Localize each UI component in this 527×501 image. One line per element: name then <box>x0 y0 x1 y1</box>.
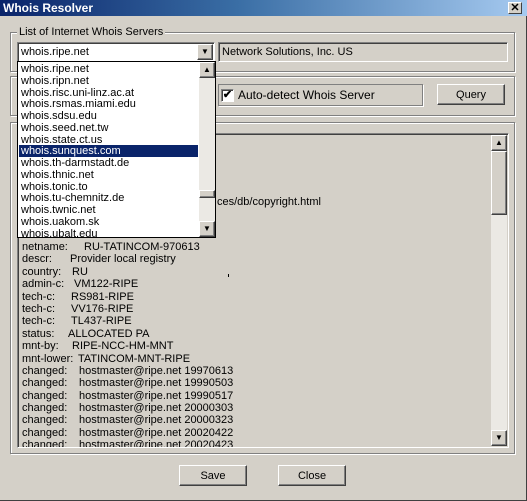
result-partial-line: ces/db/copyright.html <box>217 196 321 208</box>
result-value: hostmaster@ripe.net 19990503 <box>79 377 234 390</box>
dropdown-scroll-up-button[interactable]: ▲ <box>199 62 215 78</box>
whois-server-combobox-value: whois.ripe.net <box>21 46 89 58</box>
result-value: hostmaster@ripe.net 20020423 <box>79 439 234 448</box>
result-key: country: <box>22 265 62 278</box>
dropdown-item[interactable]: whois.sdsu.edu <box>19 110 198 122</box>
query-button-label: Query <box>456 89 486 101</box>
checkmark-icon: ✔ <box>222 89 233 101</box>
dropdown-scroll-thumb[interactable] <box>199 190 215 198</box>
result-key: mnt-lower: <box>22 352 74 365</box>
result-value: RU <box>72 265 88 278</box>
auto-detect-label[interactable]: Auto-detect Whois Server <box>238 88 375 102</box>
result-scroll-thumb[interactable] <box>491 151 507 215</box>
arrow-down-icon: ▼ <box>495 433 503 442</box>
dropdown-scrollbar[interactable]: ▲ ▼ <box>199 62 215 237</box>
arrow-down-icon: ▼ <box>203 224 211 233</box>
result-value: VM122-RIPE <box>74 278 139 291</box>
dropdown-item[interactable]: whois.seed.net.tw <box>19 122 198 134</box>
auto-detect-checkbox[interactable]: ✔ <box>221 89 234 102</box>
result-value: RU-TATINCOM-970613 <box>84 241 200 253</box>
dropdown-item[interactable]: whois.tu-chemnitz.de <box>19 192 198 204</box>
dropdown-item[interactable]: whois.state.ct.us <box>19 134 198 146</box>
combobox-dropdown-button[interactable]: ▼ <box>197 44 213 60</box>
dropdown-item[interactable]: whois.rsmas.miami.edu <box>19 98 198 110</box>
query-button[interactable]: Query <box>437 84 505 105</box>
result-scrollbar[interactable]: ▲ ▼ <box>491 135 507 446</box>
result-key: changed: <box>22 377 68 390</box>
close-window-button[interactable]: ✕ <box>508 2 522 14</box>
result-key: changed: <box>22 426 68 439</box>
dropdown-item[interactable]: whois.uakom.sk <box>19 216 198 228</box>
dropdown-item[interactable]: whois.ubalt.edu <box>19 228 198 240</box>
whois-resolver-window: Whois Resolver ✕ List of Internet Whois … <box>0 0 527 501</box>
result-key: status: <box>22 327 55 340</box>
result-value: hostmaster@ripe.net 20000303 <box>79 402 234 415</box>
text-cursor-mark <box>228 274 229 277</box>
result-key: changed: <box>22 389 68 402</box>
arrow-up-icon: ▲ <box>495 138 503 147</box>
result-value: VV176-RIPE <box>71 302 134 315</box>
dropdown-scroll-down-button[interactable]: ▼ <box>199 221 215 237</box>
result-value: RS981-RIPE <box>71 290 134 303</box>
dropdown-item[interactable]: whois.sunquest.com <box>19 145 198 157</box>
dropdown-item[interactable]: whois.risc.uni-linz.ac.at <box>19 87 198 99</box>
result-key: changed: <box>22 402 68 415</box>
result-key: changed: <box>22 364 68 377</box>
close-button-label: Close <box>297 470 327 482</box>
arrow-up-icon: ▲ <box>203 65 211 74</box>
whois-servers-legend: List of Internet Whois Servers <box>17 25 166 39</box>
server-info-field: Network Solutions, Inc. US <box>218 42 508 62</box>
dropdown-item[interactable]: whois.thnic.net <box>19 169 198 181</box>
result-key: netname: <box>22 241 68 253</box>
server-info-text: Network Solutions, Inc. US <box>222 46 353 58</box>
result-value: Provider local registry <box>70 253 176 266</box>
result-key: mnt-by: <box>22 340 59 353</box>
result-value: TATINCOM-MNT-RIPE <box>78 352 191 365</box>
dropdown-item[interactable]: whois.ripe.net <box>19 63 198 75</box>
result-value: hostmaster@ripe.net 19990517 <box>79 389 234 402</box>
whois-server-combobox[interactable]: whois.ripe.net ▼ <box>17 42 215 62</box>
result-scroll-up-button[interactable]: ▲ <box>491 135 507 151</box>
save-button[interactable]: Save <box>179 465 247 486</box>
result-value: TL437-RIPE <box>71 315 132 328</box>
result-value: hostmaster@ripe.net 20020422 <box>79 426 234 439</box>
result-scroll-down-button[interactable]: ▼ <box>491 430 507 446</box>
dropdown-item[interactable]: whois.tonic.to <box>19 181 198 193</box>
chevron-down-icon: ▼ <box>201 47 209 56</box>
result-value: ALLOCATED PA <box>68 327 150 340</box>
result-key: tech-c: <box>22 315 56 328</box>
result-value: RIPE-NCC-HM-MNT <box>72 340 174 353</box>
result-key: tech-c: <box>22 302 56 315</box>
result-key: changed: <box>22 439 68 448</box>
result-key: admin-c: <box>22 278 65 291</box>
result-value: hostmaster@ripe.net 19970613 <box>79 364 234 377</box>
dropdown-item[interactable]: whois.twnic.net <box>19 204 198 216</box>
whois-server-dropdown-list[interactable]: ▲ ▼ whois.ripe.net whois.ripn.net whois.ri… <box>17 61 216 240</box>
result-key: tech-c: <box>22 290 56 303</box>
close-icon: ✕ <box>510 2 520 14</box>
result-value: hostmaster@ripe.net 20000323 <box>79 414 234 427</box>
title-bar[interactable]: Whois Resolver ✕ <box>0 0 527 16</box>
close-button[interactable]: Close <box>278 465 346 486</box>
window-title: Whois Resolver <box>3 1 94 15</box>
dropdown-item[interactable]: whois.ripn.net <box>19 75 198 87</box>
auto-detect-checkbox-area[interactable]: ✔ Auto-detect Whois Server <box>218 84 423 106</box>
save-button-label: Save <box>200 470 226 482</box>
result-key: changed: <box>22 414 68 427</box>
result-key: descr: <box>22 253 52 266</box>
dropdown-item[interactable]: whois.th-darmstadt.de <box>19 157 198 169</box>
